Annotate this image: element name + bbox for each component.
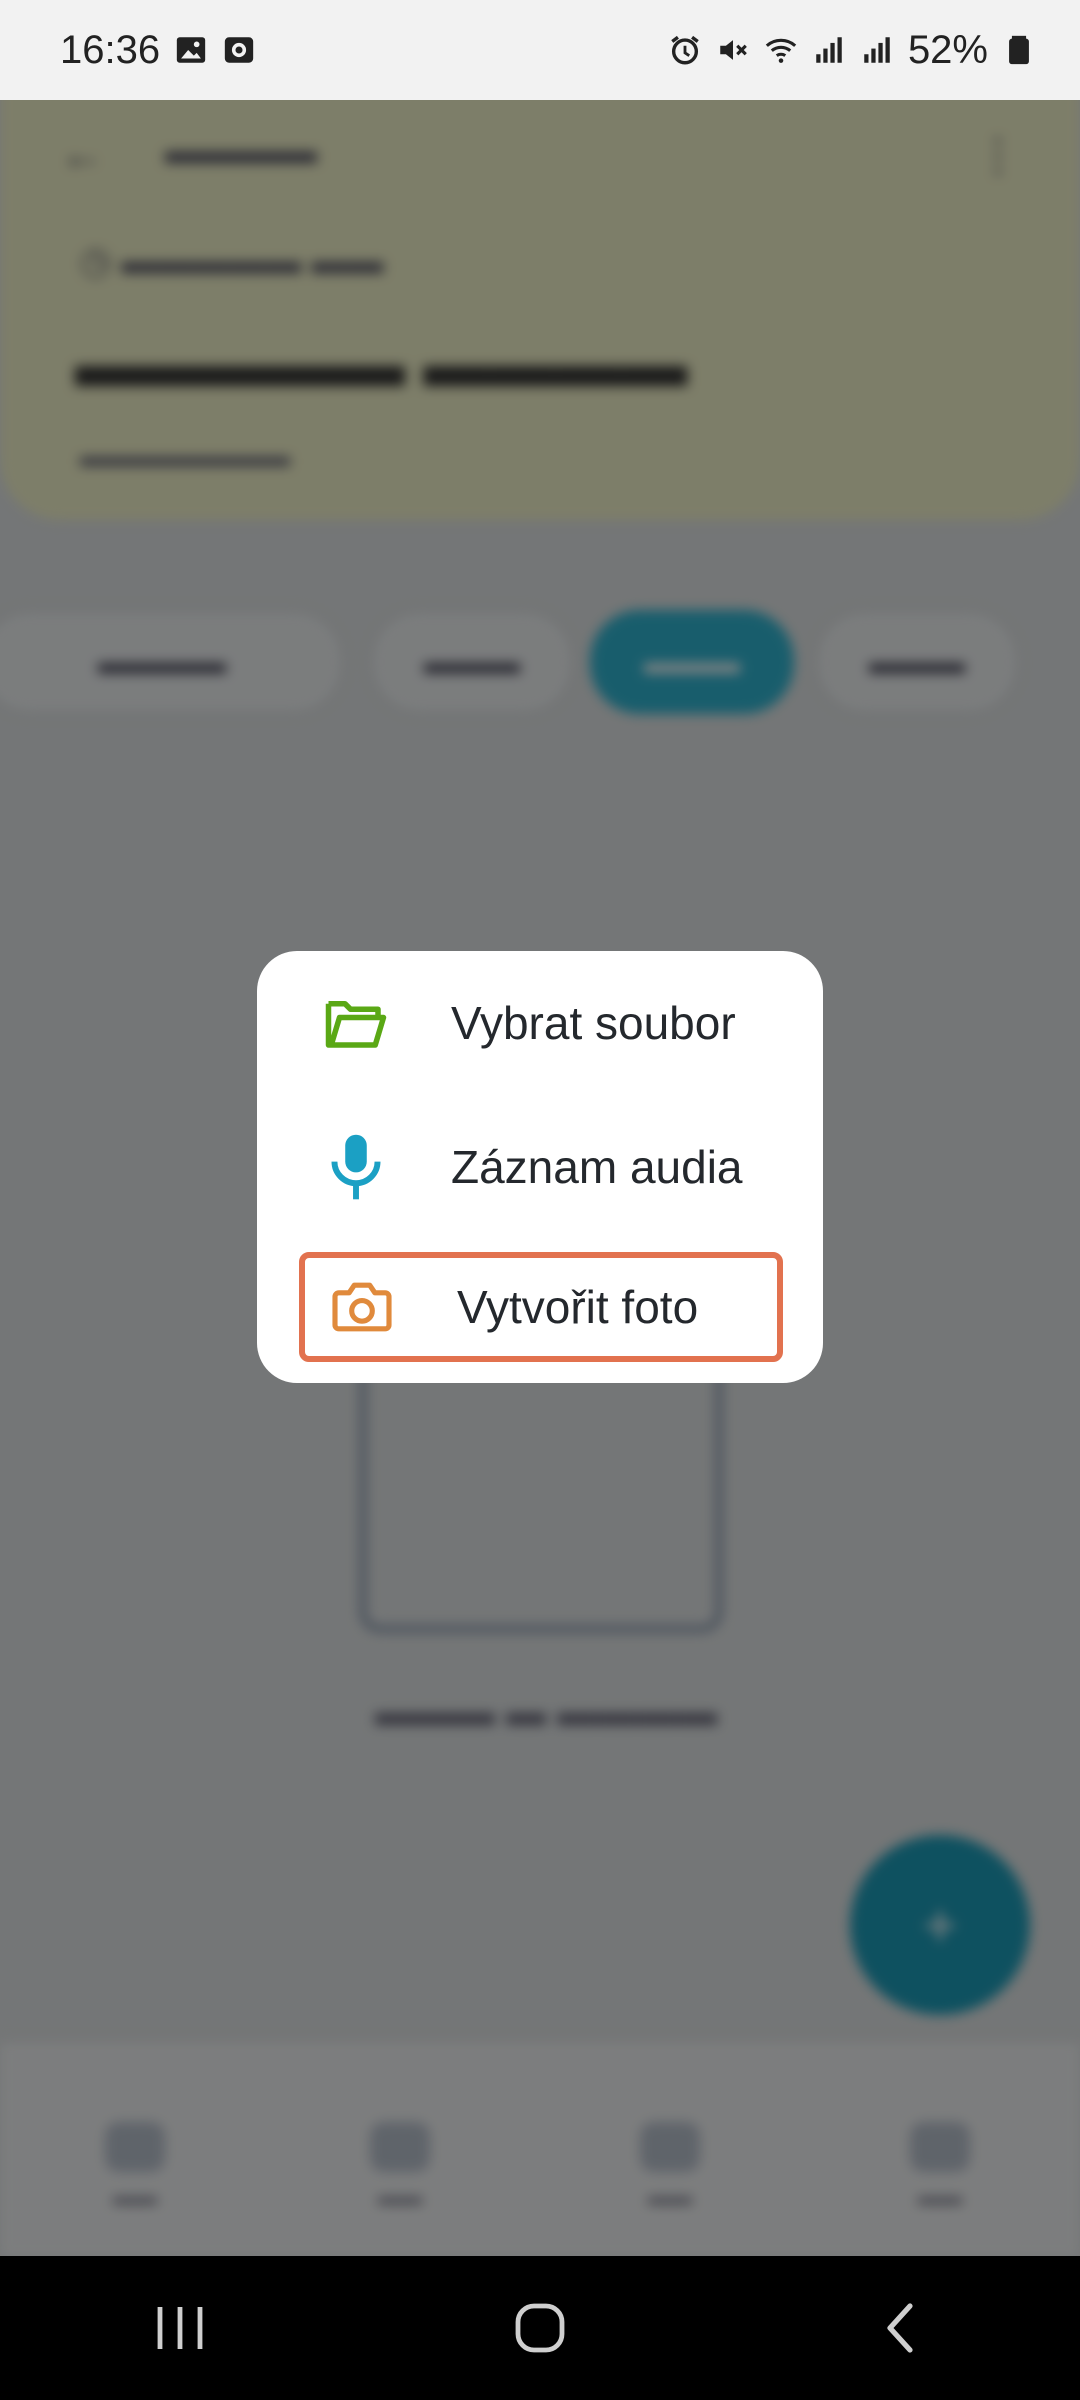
recent-apps-icon [157, 2307, 203, 2349]
mute-icon [720, 40, 747, 60]
screen-record-icon [224, 37, 254, 63]
recent-apps-button[interactable] [120, 2288, 240, 2368]
attachment-popup-menu: Vybrat soubor Záznam audia Vytvořit foto [257, 951, 823, 1383]
menu-item-label: Záznam audia [451, 1141, 743, 1193]
signal-icon [816, 37, 842, 63]
menu-item-label: Vytvořit foto [457, 1281, 699, 1333]
home-button[interactable] [480, 2288, 600, 2368]
battery-percent: 52% [907, 27, 988, 72]
menu-item-record-audio[interactable]: Záznam audia [299, 1112, 783, 1222]
back-icon [887, 2303, 913, 2353]
battery-icon [1009, 35, 1029, 65]
menu-item-select-file[interactable]: Vybrat soubor [299, 968, 783, 1078]
status-right: 52% [668, 28, 1036, 73]
wifi-icon [765, 38, 797, 63]
folder-icon [321, 988, 391, 1058]
system-navigation-bar [0, 2256, 1080, 2400]
microphone-icon [321, 1132, 391, 1202]
back-button[interactable] [840, 2288, 960, 2368]
alarm-icon [671, 35, 699, 65]
gallery-icon [176, 37, 206, 63]
camera-icon [327, 1272, 397, 1342]
status-bar: 16:36 52% [0, 0, 1080, 100]
status-time: 16:36 [60, 27, 161, 72]
menu-item-label: Vybrat soubor [451, 997, 736, 1049]
signal-icon [864, 37, 890, 63]
status-left: 16:36 [60, 28, 256, 73]
menu-item-take-photo[interactable]: Vytvořit foto [299, 1252, 783, 1362]
home-icon [515, 2303, 565, 2353]
